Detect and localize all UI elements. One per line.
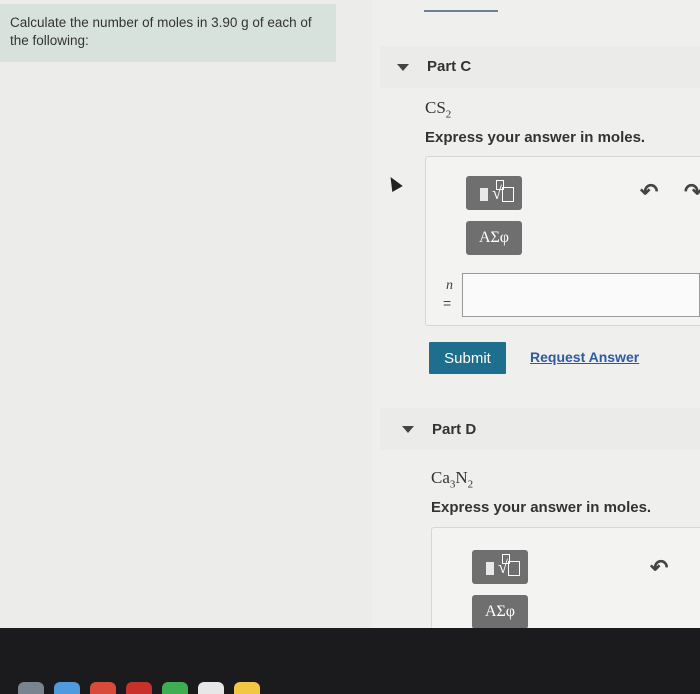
dock-app-icon bbox=[126, 682, 152, 694]
dock-app-icon bbox=[54, 682, 80, 694]
undo-icon[interactable]: ↶ bbox=[640, 179, 658, 205]
symbols-button[interactable]: ΑΣφ bbox=[472, 595, 528, 629]
dock-app-icon bbox=[90, 682, 116, 694]
request-answer-link[interactable]: Request Answer bbox=[530, 349, 639, 365]
part-c-formula: CS2 bbox=[425, 98, 452, 121]
dock-app-icon bbox=[198, 682, 224, 694]
part-c-instruction: Express your answer in moles. bbox=[425, 129, 646, 146]
part-d-formula: Ca3N2 bbox=[431, 468, 474, 491]
templates-icon: √ bbox=[472, 550, 528, 584]
templates-button[interactable]: √ bbox=[466, 176, 522, 210]
problem-text: Calculate the number of moles in 3.90 g … bbox=[10, 15, 312, 48]
symbols-button[interactable]: ΑΣφ bbox=[466, 221, 522, 255]
part-d-header[interactable]: Part D bbox=[380, 408, 700, 450]
answer-variable: n bbox=[446, 278, 453, 293]
caret-down-icon[interactable] bbox=[397, 64, 409, 71]
part-d-answer-panel: √ ΑΣφ ↶ bbox=[431, 527, 700, 629]
templates-icon: √ bbox=[466, 176, 522, 210]
caret-down-icon[interactable] bbox=[402, 426, 414, 433]
part-d-instruction: Express your answer in moles. bbox=[431, 499, 652, 516]
answer-input[interactable] bbox=[462, 273, 700, 317]
redo-icon[interactable]: ↷ bbox=[684, 179, 700, 205]
undo-icon[interactable]: ↶ bbox=[650, 555, 668, 581]
dock-app-icon bbox=[18, 682, 44, 694]
templates-button[interactable]: √ bbox=[472, 550, 528, 584]
tab-indicator bbox=[424, 10, 498, 12]
part-c-title: Part C bbox=[427, 58, 472, 75]
dock-app-icon bbox=[234, 682, 260, 694]
dock-app-icon bbox=[162, 682, 188, 694]
equals-sign: = bbox=[443, 295, 452, 311]
problem-statement: Calculate the number of moles in 3.90 g … bbox=[0, 4, 336, 62]
submit-button[interactable]: Submit bbox=[429, 342, 506, 374]
part-d-title: Part D bbox=[432, 421, 477, 438]
part-c-header[interactable]: Part C bbox=[380, 46, 700, 88]
problem-pane: Calculate the number of moles in 3.90 g … bbox=[0, 0, 372, 628]
